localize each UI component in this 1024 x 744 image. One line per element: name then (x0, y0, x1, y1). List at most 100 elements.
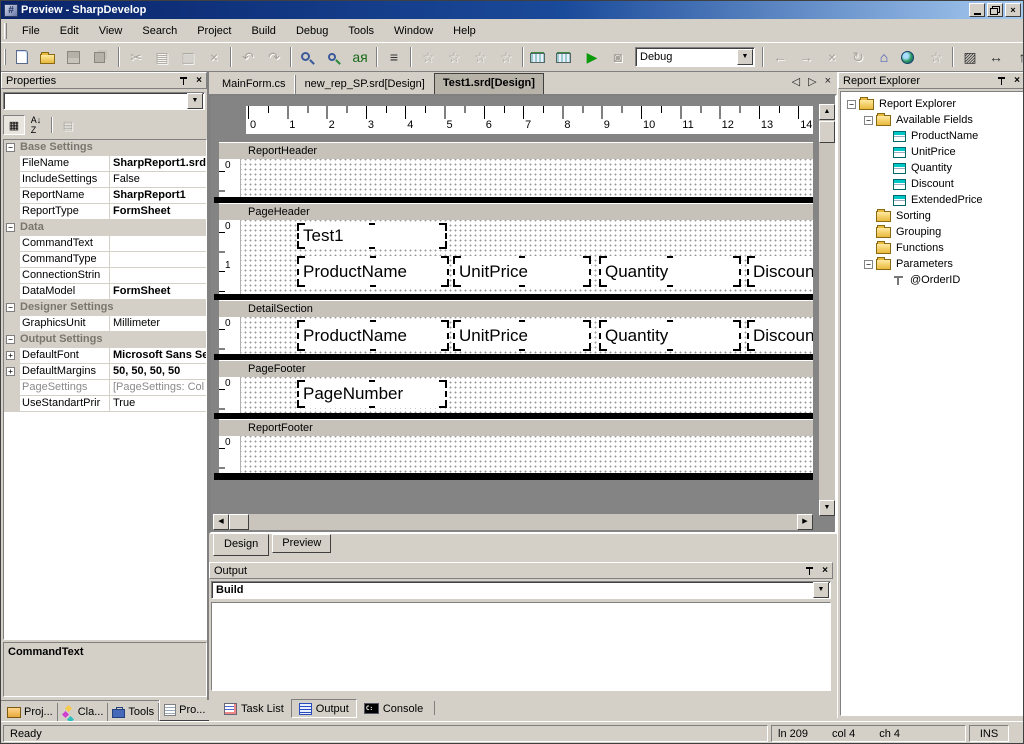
section-content-pagefooter[interactable]: PageNumber (241, 377, 813, 413)
section-content-detailsection[interactable]: ProductName UnitPrice Quantity Discount (241, 317, 813, 354)
toggle-bookmark-button[interactable]: ☆ (416, 46, 440, 68)
collapse-icon[interactable]: − (6, 303, 15, 312)
tab-mainform-cs[interactable]: MainForm.cs (213, 75, 295, 94)
property-value[interactable]: Microsoft Sans Ser (110, 348, 206, 364)
open-file-button[interactable] (38, 46, 62, 68)
redo-button[interactable]: ↷ (262, 46, 286, 68)
property-value[interactable]: FormSheet (110, 284, 206, 300)
restore-button[interactable] (987, 3, 1003, 17)
menu-debug[interactable]: Debug (286, 21, 338, 41)
combo-dropdown-icon[interactable]: ▼ (813, 582, 829, 598)
property-row-includesettings[interactable]: IncludeSettingsFalse (4, 172, 206, 188)
pin-icon[interactable] (805, 566, 815, 576)
property-row-usestandartprir[interactable]: UseStandartPrirTrue (4, 396, 206, 412)
panel-tab-tools[interactable]: Tools (108, 703, 159, 721)
output-text-area[interactable] (211, 602, 831, 691)
move-up-button[interactable]: ↑ (1010, 46, 1024, 68)
browser-stop-button[interactable]: × (820, 46, 844, 68)
property-value[interactable]: [PageSettings: Col (110, 380, 206, 396)
property-row-connectionstrin[interactable]: ConnectionStrin (4, 268, 206, 284)
browser-back-button[interactable]: ← (768, 46, 792, 68)
next-bookmark-button[interactable]: ☆ (468, 46, 492, 68)
tree-item-grouping[interactable]: Grouping (841, 224, 1023, 240)
close-icon[interactable]: × (821, 566, 829, 576)
tab-task-list[interactable]: Task List (217, 699, 291, 718)
property-value[interactable]: Millimeter (110, 316, 206, 332)
field-productname[interactable]: ProductName (297, 320, 449, 351)
property-value[interactable] (110, 268, 206, 284)
property-value[interactable]: FormSheet (110, 204, 206, 220)
tree-item-extendedprice[interactable]: ExtendedPrice (841, 192, 1023, 208)
tree-item-parameters[interactable]: −Parameters (841, 256, 1023, 272)
collapse-icon[interactable]: − (847, 100, 856, 109)
tree-item-available-fields[interactable]: −Available Fields (841, 112, 1023, 128)
close-tab-icon[interactable]: × (825, 75, 831, 88)
expand-icon[interactable]: + (6, 351, 15, 360)
horizontal-scrollbar[interactable]: ◀ ▶ (213, 514, 813, 530)
cut-button[interactable]: ✂ (124, 46, 148, 68)
menu-search[interactable]: Search (132, 21, 187, 41)
field-pagenumber[interactable]: PageNumber (297, 380, 447, 408)
horizontal-scrollbar-track[interactable] (249, 514, 797, 530)
delete-button[interactable]: × (202, 46, 226, 68)
clear-bookmarks-button[interactable]: ☆ (494, 46, 518, 68)
search-in-files-button[interactable] (322, 46, 346, 68)
copy-button[interactable]: ▤ (150, 46, 174, 68)
tab-output[interactable]: Output (291, 699, 357, 718)
build-all-button[interactable] (554, 46, 578, 68)
property-row-commandtext[interactable]: CommandText (4, 236, 206, 252)
tab-preview[interactable]: Preview (272, 534, 331, 553)
vertical-scrollbar[interactable]: ▲ ▼ (819, 104, 835, 516)
field-test1[interactable]: Test1 (297, 223, 447, 249)
favorites-button[interactable]: ☆ (924, 46, 948, 68)
section-separator[interactable] (214, 473, 813, 480)
toggle-width-button[interactable]: ↔ (984, 46, 1008, 68)
expand-icon[interactable]: + (6, 367, 15, 376)
section-header-detailsection[interactable]: DetailSection (219, 300, 813, 317)
panel-tab-proj[interactable]: Proj... (3, 703, 58, 721)
tree-item-functions[interactable]: Functions (841, 240, 1023, 256)
property-value[interactable]: SharpReport1.srd (110, 156, 206, 172)
tree-item-productname[interactable]: ProductName (841, 128, 1023, 144)
field-unitprice[interactable]: UnitPrice (453, 320, 591, 351)
property-category-base-settings[interactable]: −Base Settings (4, 140, 206, 156)
combo-dropdown-icon[interactable]: ▼ (187, 93, 203, 109)
section-content-reportfooter[interactable] (241, 436, 813, 473)
output-category-combobox[interactable]: Build ▼ (211, 581, 831, 599)
tree-item-quantity[interactable]: Quantity (841, 160, 1023, 176)
stop-button[interactable]: ◙ (606, 46, 630, 68)
section-header-pagefooter[interactable]: PageFooter (219, 360, 813, 377)
tree-item-report-explorer[interactable]: −Report Explorer (841, 96, 1023, 112)
save-file-button[interactable] (64, 46, 88, 68)
property-row-defaultmargins[interactable]: +DefaultMargins50, 50, 50, 50 (4, 364, 206, 380)
panel-tab-cla[interactable]: Cla... (58, 703, 109, 721)
home-button[interactable]: ⌂ (872, 46, 896, 68)
undo-button[interactable]: ↶ (236, 46, 260, 68)
new-file-button[interactable] (12, 46, 36, 68)
scroll-down-icon[interactable]: ▼ (819, 500, 835, 516)
scroll-right-icon[interactable]: ▶ (797, 514, 813, 530)
browser-refresh-button[interactable]: ↻ (846, 46, 870, 68)
section-header-reportfooter[interactable]: ReportFooter (219, 419, 813, 436)
object-selector-combobox[interactable]: ▼ (3, 92, 205, 110)
pin-icon[interactable] (997, 76, 1007, 86)
close-icon[interactable]: × (1013, 76, 1021, 86)
property-row-pagesettings[interactable]: PageSettings[PageSettings: Col (4, 380, 206, 396)
tab-design[interactable]: Design (213, 534, 269, 556)
menu-project[interactable]: Project (187, 21, 241, 41)
field-discount[interactable]: Discount (747, 256, 813, 287)
save-all-button[interactable] (90, 46, 114, 68)
run-button[interactable]: ▶ (580, 46, 604, 68)
tab-test1-srd[interactable]: Test1.srd[Design] (434, 73, 544, 94)
browser-forward-button[interactable]: → (794, 46, 818, 68)
categorized-button[interactable]: ▦ (3, 115, 25, 135)
property-value[interactable]: False (110, 172, 206, 188)
field-discount[interactable]: Discount (747, 320, 813, 351)
build-button[interactable] (528, 46, 552, 68)
pin-icon[interactable] (179, 76, 189, 86)
property-row-reporttype[interactable]: ReportTypeFormSheet (4, 204, 206, 220)
tab-console[interactable]: Console (357, 699, 430, 718)
comment-region-button[interactable]: ≡ (382, 46, 406, 68)
property-row-defaultfont[interactable]: +DefaultFontMicrosoft Sans Ser (4, 348, 206, 364)
menu-window[interactable]: Window (384, 21, 443, 41)
